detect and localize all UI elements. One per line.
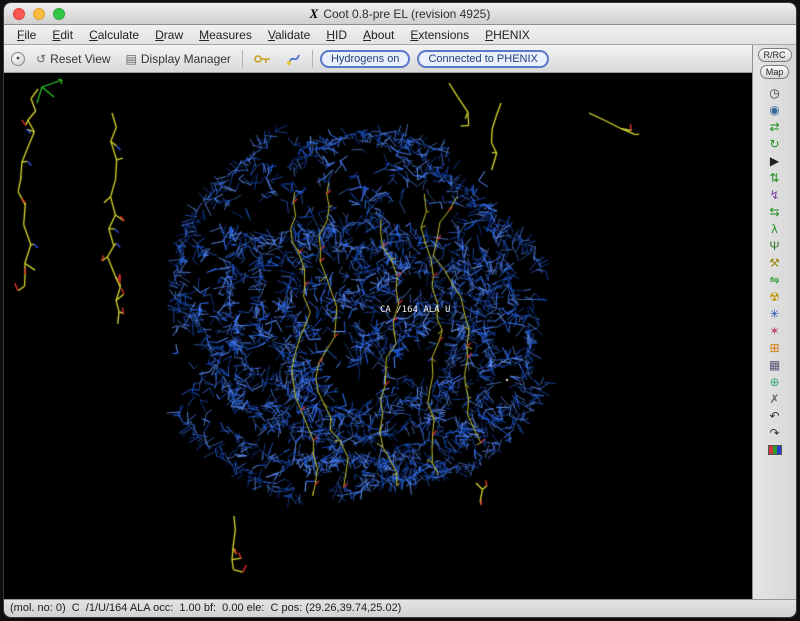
flip-peptide-icon[interactable]: ⇋ [764,272,786,289]
real-space-refine-icon[interactable]: ⇄ [764,119,786,136]
map-button[interactable]: Map [760,65,790,79]
reset-view-label: Reset View [50,52,110,66]
menu-phenix[interactable]: PHENIX [478,27,537,43]
undo-icon[interactable]: ↶ [764,408,786,425]
coot-window: X Coot 0.8-pre EL (revision 4925) File E… [3,2,797,618]
display-manager-button[interactable]: ▤ Display Manager [122,50,235,68]
edit-chi-angles-icon[interactable]: Ψ [764,238,786,255]
ligand-icon [286,52,301,66]
toolbar-separator [242,50,243,68]
menu-about[interactable]: About [356,27,401,43]
window-title-area: X Coot 0.8-pre EL (revision 4925) [4,3,796,25]
place-atom-icon[interactable]: ⊕ [764,374,786,391]
reset-view-button[interactable]: ↺ Reset View [32,50,115,68]
rigid-body-fit-icon[interactable]: ⇅ [764,170,786,187]
sidechain-180-icon[interactable]: ☢ [764,289,786,306]
rrc-button[interactable]: R/RC [758,48,792,62]
window-title: Coot 0.8-pre EL (revision 4925) [323,7,490,21]
menu-hid[interactable]: HID [319,27,354,43]
key-icon [254,53,271,65]
statusbar: (mol. no: 0) C /1/U/164 ALA occ: 1.00 bf… [4,599,796,617]
menu-calculate[interactable]: Calculate [82,27,146,43]
rotamers-icon[interactable]: λ [764,221,786,238]
simple-mutate-icon[interactable]: ✶ [764,323,786,340]
titlebar[interactable]: X Coot 0.8-pre EL (revision 4925) [4,3,796,25]
auto-fit-rotamer-icon[interactable]: ⇆ [764,204,786,221]
menu-draw[interactable]: Draw [148,27,190,43]
add-terminal-residue-icon[interactable]: ⊞ [764,340,786,357]
rotate-translate-icon[interactable]: ↯ [764,187,786,204]
mutate-icon[interactable]: ✳ [764,306,786,323]
menu-file[interactable]: File [10,27,43,43]
menubar: File Edit Calculate Draw Measures Valida… [4,25,796,45]
gl-viewport[interactable]: CA /164 ALA U [4,73,752,599]
fixed-atoms-icon[interactable]: ▶ [764,153,786,170]
menu-validate[interactable]: Validate [261,27,318,43]
go-to-ligand-button[interactable] [282,50,305,68]
torsion-general-icon[interactable]: ⚒ [764,255,786,272]
display-colours-icon[interactable] [768,445,782,455]
delete-item-icon[interactable]: ✗ [764,391,786,408]
go-to-atom-button[interactable] [250,51,275,67]
regularize-zone-icon[interactable]: ↻ [764,136,786,153]
menu-measures[interactable]: Measures [192,27,259,43]
right-toolbar: R/RC Map ◷ ◉ ⇄ ↻ ▶ ⇅ ↯ ⇆ λ Ψ ⚒ ⇋ ☢ ✳ ✶ ⊞… [752,45,796,599]
hydrogens-toggle[interactable]: Hydrogens on [320,50,411,68]
toolbar: ● ↺ Reset View ▤ Display Manager [4,45,752,73]
molecular-canvas[interactable] [4,73,752,599]
display-sphere-icon[interactable]: ◉ [764,102,786,119]
idle-function-icon[interactable]: ◷ [764,85,786,102]
toolbar-separator [312,50,313,68]
add-alt-conf-icon[interactable]: ▦ [764,357,786,374]
toolbar-overflow-button[interactable]: ● [11,52,25,66]
display-manager-label: Display Manager [141,52,231,66]
x11-icon: X [310,6,319,22]
menu-extensions[interactable]: Extensions [403,27,476,43]
display-manager-icon: ▤ [126,52,137,66]
modelling-tools: ◷ ◉ ⇄ ↻ ▶ ⇅ ↯ ⇆ λ Ψ ⚒ ⇋ ☢ ✳ ✶ ⊞ ▦ ⊕ ✗ ↶ [764,85,786,455]
redo-icon[interactable]: ↷ [764,425,786,442]
phenix-connection-badge[interactable]: Connected to PHENIX [417,50,548,68]
reset-view-icon: ↺ [36,52,46,66]
menu-edit[interactable]: Edit [45,27,80,43]
